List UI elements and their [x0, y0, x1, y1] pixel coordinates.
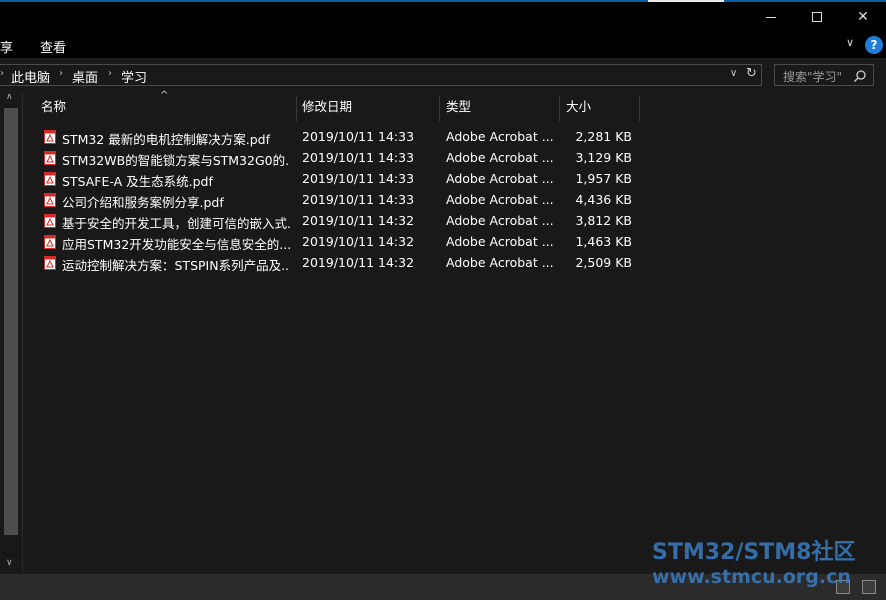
file-name: STM32WB的智能锁方案与STM32G0的... [62, 153, 290, 168]
status-bar [0, 574, 886, 600]
file-row[interactable]: 运动控制解决方案：STSPIN系列产品及... 2019/10/11 14:32… [23, 253, 640, 274]
file-type: Adobe Acrobat ... [446, 150, 554, 165]
pdf-file-icon [44, 214, 56, 228]
chevron-right-icon[interactable]: › [0, 68, 4, 79]
scrollbar-thumb[interactable] [4, 108, 18, 535]
column-header-name[interactable]: 名称 [35, 96, 297, 121]
ribbon-bar: 享 查看 ∨ ? [0, 32, 886, 58]
close-button[interactable]: ✕ [840, 2, 886, 32]
maximize-button[interactable] [794, 2, 840, 32]
file-date: 2019/10/11 14:33 [302, 150, 415, 165]
file-date: 2019/10/11 14:33 [302, 171, 415, 186]
file-size: 3,812 KB [575, 213, 632, 228]
large-icons-view-icon[interactable] [862, 580, 876, 594]
minimize-icon [766, 16, 776, 18]
file-name: 公司介绍和服务案例分享.pdf [62, 195, 224, 210]
file-size: 1,957 KB [575, 171, 632, 186]
file-date: 2019/10/11 14:32 [302, 234, 415, 249]
file-name: 运动控制解决方案：STSPIN系列产品及... [62, 258, 290, 273]
search-box[interactable]: 搜索"学习" [774, 64, 874, 86]
file-date: 2019/10/11 14:33 [302, 129, 415, 144]
pdf-file-icon [44, 256, 56, 270]
file-date: 2019/10/11 14:32 [302, 255, 415, 270]
file-rows: STM32 最新的电机控制解决方案.pdf 2019/10/11 14:33 A… [23, 127, 640, 274]
tab-view[interactable]: 查看 [40, 37, 66, 56]
search-placeholder: 搜索"学习" [783, 70, 843, 84]
file-name: 基于安全的开发工具，创建可信的嵌入式... [62, 216, 290, 231]
pdf-file-icon [44, 151, 56, 165]
file-row[interactable]: STM32 最新的电机控制解决方案.pdf 2019/10/11 14:33 A… [23, 127, 640, 148]
file-name: STM32 最新的电机控制解决方案.pdf [62, 132, 270, 147]
file-type: Adobe Acrobat ... [446, 171, 554, 186]
column-header-size[interactable]: 大小 [560, 96, 640, 121]
file-size: 4,436 KB [575, 192, 632, 207]
file-row[interactable]: 基于安全的开发工具，创建可信的嵌入式... 2019/10/11 14:32 A… [23, 211, 640, 232]
file-name: STSAFE-A 及生态系统.pdf [62, 174, 213, 189]
pdf-file-icon [44, 193, 56, 207]
chevron-right-icon[interactable]: › [108, 68, 112, 79]
file-date: 2019/10/11 14:32 [302, 213, 415, 228]
close-icon: ✕ [857, 9, 869, 25]
minimize-button[interactable] [748, 2, 794, 32]
address-dropdown-icon[interactable]: ∨ [730, 68, 737, 79]
chevron-down-icon[interactable]: ∨ [846, 36, 854, 49]
file-type: Adobe Acrobat ... [446, 192, 554, 207]
help-icon[interactable]: ? [865, 36, 883, 54]
column-header-type[interactable]: 类型 [440, 96, 560, 121]
file-type: Adobe Acrobat ... [446, 129, 554, 144]
file-row[interactable]: STSAFE-A 及生态系统.pdf 2019/10/11 14:33 Adob… [23, 169, 640, 190]
column-header-row: 名称 修改日期 类型 大小 [23, 96, 640, 121]
breadcrumb-study[interactable]: 学习 [121, 67, 147, 86]
refresh-icon[interactable]: ↻ [746, 66, 757, 81]
pdf-file-icon [44, 235, 56, 249]
breadcrumb-this-pc[interactable]: 此电脑 [11, 67, 50, 86]
navigation-row: › 此电脑 › 桌面 › 学习 ∨ ↻ 搜索"学习" [0, 58, 886, 92]
file-row[interactable]: 公司介绍和服务案例分享.pdf 2019/10/11 14:33 Adobe A… [23, 190, 640, 211]
file-list-pane: ^ 名称 修改日期 类型 大小 STM32 最新的电机控制解决方案.pdf 20… [23, 90, 886, 574]
maximize-icon [812, 12, 822, 22]
file-type: Adobe Acrobat ... [446, 234, 554, 249]
file-size: 2,509 KB [575, 255, 632, 270]
file-name: 应用STM32开发功能安全与信息安全的... [62, 237, 290, 252]
pdf-file-icon [44, 130, 56, 144]
file-type: Adobe Acrobat ... [446, 213, 554, 228]
file-type: Adobe Acrobat ... [446, 255, 554, 270]
pdf-file-icon [44, 172, 56, 186]
breadcrumb-desktop[interactable]: 桌面 [72, 67, 98, 86]
address-bar[interactable]: › 此电脑 › 桌面 › 学习 ∨ ↻ [0, 64, 762, 86]
navigation-pane: ∧ ∨ [0, 92, 22, 574]
title-bar: ✕ [0, 2, 886, 32]
details-view-icon[interactable] [836, 580, 850, 594]
file-size: 1,463 KB [575, 234, 632, 249]
scroll-up-icon[interactable]: ∧ [6, 92, 13, 102]
file-date: 2019/10/11 14:33 [302, 192, 415, 207]
chevron-right-icon[interactable]: › [59, 68, 63, 79]
tab-share[interactable]: 享 [0, 37, 13, 56]
file-size: 2,281 KB [575, 129, 632, 144]
file-size: 3,129 KB [575, 150, 632, 165]
column-header-date[interactable]: 修改日期 [296, 96, 440, 121]
file-row[interactable]: STM32WB的智能锁方案与STM32G0的... 2019/10/11 14:… [23, 148, 640, 169]
file-row[interactable]: 应用STM32开发功能安全与信息安全的... 2019/10/11 14:32 … [23, 232, 640, 253]
scroll-down-icon[interactable]: ∨ [6, 558, 13, 568]
search-icon[interactable] [853, 69, 867, 83]
